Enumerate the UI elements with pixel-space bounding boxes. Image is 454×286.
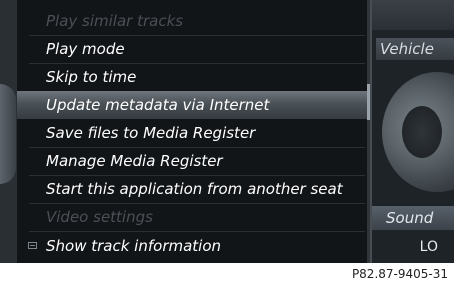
figure-reference-code: P82.87-9405-31 [0, 263, 454, 286]
menu-item-play-mode[interactable]: Play mode [17, 35, 367, 63]
menu-item-skip-to-time[interactable]: Skip to time [17, 63, 367, 91]
menu-item-show-track-information[interactable]: Show track information [17, 232, 367, 260]
display-screen: Vehicle Sound LO Play similar tracks Pla… [0, 0, 454, 263]
options-menu: Play similar tracks Play mode Skip to ti… [16, 0, 372, 263]
background-header-strip [372, 0, 454, 30]
background-dial-icon [0, 84, 16, 184]
menu-item-update-metadata[interactable]: Update metadata via Internet [17, 91, 367, 119]
vehicle-tab[interactable]: Vehicle [376, 38, 454, 60]
background-right-panel: Vehicle Sound LO [372, 0, 454, 263]
menu-item-manage-media-register[interactable]: Manage Media Register [17, 147, 367, 175]
background-left-panel [0, 0, 16, 263]
speaker-graphic-icon [382, 72, 454, 192]
checkbox-icon[interactable] [28, 242, 37, 249]
menu-item-start-from-another-seat[interactable]: Start this application from another seat [17, 175, 367, 203]
lo-readout: LO [419, 239, 438, 255]
menu-item-video-settings: Video settings [46, 208, 153, 226]
menu-item-play-similar-tracks: Play similar tracks [46, 12, 184, 30]
menu-item-save-files[interactable]: Save files to Media Register [17, 119, 367, 147]
scrollbar-track[interactable] [367, 0, 370, 263]
sound-tab[interactable]: Sound [372, 206, 454, 230]
speaker-cone-icon [402, 106, 442, 158]
menu-item-label: Show track information [46, 237, 222, 255]
scrollbar-thumb[interactable] [367, 84, 370, 120]
